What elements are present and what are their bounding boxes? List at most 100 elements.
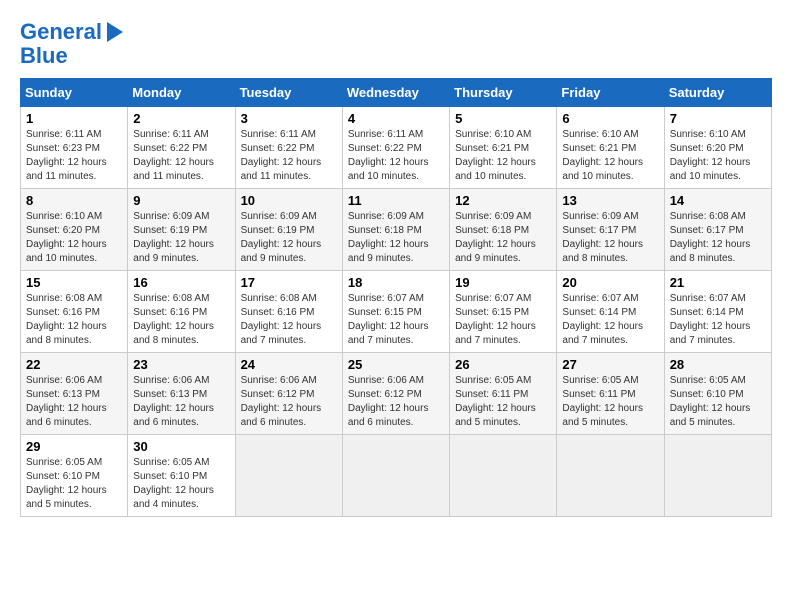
calendar-cell: 9 Sunrise: 6:09 AM Sunset: 6:19 PM Dayli… (128, 189, 235, 271)
day-number: 19 (455, 275, 551, 290)
day-info: Sunrise: 6:06 AM Sunset: 6:13 PM Dayligh… (133, 374, 229, 430)
calendar-cell: 6 Sunrise: 6:10 AM Sunset: 6:21 PM Dayli… (557, 107, 664, 189)
calendar-cell: 2 Sunrise: 6:11 AM Sunset: 6:22 PM Dayli… (128, 107, 235, 189)
day-info: Sunrise: 6:06 AM Sunset: 6:12 PM Dayligh… (241, 374, 337, 430)
calendar-cell: 14 Sunrise: 6:08 AM Sunset: 6:17 PM Dayl… (664, 189, 771, 271)
day-header-monday: Monday (128, 79, 235, 107)
day-header-saturday: Saturday (664, 79, 771, 107)
day-info: Sunrise: 6:08 AM Sunset: 6:16 PM Dayligh… (241, 292, 337, 348)
day-info: Sunrise: 6:11 AM Sunset: 6:22 PM Dayligh… (241, 128, 337, 184)
day-header-wednesday: Wednesday (342, 79, 449, 107)
calendar-cell: 8 Sunrise: 6:10 AM Sunset: 6:20 PM Dayli… (21, 189, 128, 271)
day-number: 26 (455, 357, 551, 372)
day-info: Sunrise: 6:10 AM Sunset: 6:21 PM Dayligh… (562, 128, 658, 184)
day-info: Sunrise: 6:06 AM Sunset: 6:12 PM Dayligh… (348, 374, 444, 430)
day-number: 18 (348, 275, 444, 290)
calendar-week-row: 1 Sunrise: 6:11 AM Sunset: 6:23 PM Dayli… (21, 107, 772, 189)
calendar-table: SundayMondayTuesdayWednesdayThursdayFrid… (20, 78, 772, 517)
calendar-cell: 18 Sunrise: 6:07 AM Sunset: 6:15 PM Dayl… (342, 271, 449, 353)
calendar-cell: 10 Sunrise: 6:09 AM Sunset: 6:19 PM Dayl… (235, 189, 342, 271)
logo-blue: Blue (20, 44, 123, 68)
day-info: Sunrise: 6:06 AM Sunset: 6:13 PM Dayligh… (26, 374, 122, 430)
day-number: 11 (348, 193, 444, 208)
day-info: Sunrise: 6:05 AM Sunset: 6:10 PM Dayligh… (670, 374, 766, 430)
day-info: Sunrise: 6:08 AM Sunset: 6:16 PM Dayligh… (26, 292, 122, 348)
day-number: 23 (133, 357, 229, 372)
day-number: 25 (348, 357, 444, 372)
calendar-cell: 21 Sunrise: 6:07 AM Sunset: 6:14 PM Dayl… (664, 271, 771, 353)
day-number: 4 (348, 111, 444, 126)
logo: General Blue (20, 20, 123, 68)
calendar-cell: 1 Sunrise: 6:11 AM Sunset: 6:23 PM Dayli… (21, 107, 128, 189)
day-info: Sunrise: 6:07 AM Sunset: 6:15 PM Dayligh… (455, 292, 551, 348)
day-number: 10 (241, 193, 337, 208)
calendar-cell: 15 Sunrise: 6:08 AM Sunset: 6:16 PM Dayl… (21, 271, 128, 353)
day-number: 15 (26, 275, 122, 290)
calendar-week-row: 15 Sunrise: 6:08 AM Sunset: 6:16 PM Dayl… (21, 271, 772, 353)
calendar-cell: 13 Sunrise: 6:09 AM Sunset: 6:17 PM Dayl… (557, 189, 664, 271)
day-info: Sunrise: 6:09 AM Sunset: 6:17 PM Dayligh… (562, 210, 658, 266)
calendar-header-row: SundayMondayTuesdayWednesdayThursdayFrid… (21, 79, 772, 107)
calendar-cell (557, 435, 664, 517)
day-info: Sunrise: 6:10 AM Sunset: 6:21 PM Dayligh… (455, 128, 551, 184)
day-header-tuesday: Tuesday (235, 79, 342, 107)
day-number: 28 (670, 357, 766, 372)
day-info: Sunrise: 6:05 AM Sunset: 6:10 PM Dayligh… (133, 456, 229, 512)
day-number: 13 (562, 193, 658, 208)
calendar-cell: 20 Sunrise: 6:07 AM Sunset: 6:14 PM Dayl… (557, 271, 664, 353)
calendar-cell: 19 Sunrise: 6:07 AM Sunset: 6:15 PM Dayl… (450, 271, 557, 353)
calendar-cell: 23 Sunrise: 6:06 AM Sunset: 6:13 PM Dayl… (128, 353, 235, 435)
calendar-cell: 4 Sunrise: 6:11 AM Sunset: 6:22 PM Dayli… (342, 107, 449, 189)
calendar-week-row: 22 Sunrise: 6:06 AM Sunset: 6:13 PM Dayl… (21, 353, 772, 435)
calendar-cell: 22 Sunrise: 6:06 AM Sunset: 6:13 PM Dayl… (21, 353, 128, 435)
day-number: 27 (562, 357, 658, 372)
calendar-cell (664, 435, 771, 517)
day-info: Sunrise: 6:07 AM Sunset: 6:14 PM Dayligh… (562, 292, 658, 348)
day-info: Sunrise: 6:05 AM Sunset: 6:10 PM Dayligh… (26, 456, 122, 512)
day-header-friday: Friday (557, 79, 664, 107)
calendar-cell: 24 Sunrise: 6:06 AM Sunset: 6:12 PM Dayl… (235, 353, 342, 435)
day-number: 16 (133, 275, 229, 290)
calendar-cell (235, 435, 342, 517)
calendar-cell: 7 Sunrise: 6:10 AM Sunset: 6:20 PM Dayli… (664, 107, 771, 189)
calendar-cell: 26 Sunrise: 6:05 AM Sunset: 6:11 PM Dayl… (450, 353, 557, 435)
calendar-cell (450, 435, 557, 517)
day-number: 24 (241, 357, 337, 372)
calendar-week-row: 29 Sunrise: 6:05 AM Sunset: 6:10 PM Dayl… (21, 435, 772, 517)
day-info: Sunrise: 6:08 AM Sunset: 6:17 PM Dayligh… (670, 210, 766, 266)
day-info: Sunrise: 6:11 AM Sunset: 6:22 PM Dayligh… (133, 128, 229, 184)
day-info: Sunrise: 6:10 AM Sunset: 6:20 PM Dayligh… (670, 128, 766, 184)
day-info: Sunrise: 6:05 AM Sunset: 6:11 PM Dayligh… (455, 374, 551, 430)
logo-arrow-icon (107, 22, 123, 42)
day-info: Sunrise: 6:09 AM Sunset: 6:19 PM Dayligh… (241, 210, 337, 266)
calendar-cell: 12 Sunrise: 6:09 AM Sunset: 6:18 PM Dayl… (450, 189, 557, 271)
calendar-cell: 3 Sunrise: 6:11 AM Sunset: 6:22 PM Dayli… (235, 107, 342, 189)
calendar-cell: 27 Sunrise: 6:05 AM Sunset: 6:11 PM Dayl… (557, 353, 664, 435)
day-number: 6 (562, 111, 658, 126)
day-info: Sunrise: 6:05 AM Sunset: 6:11 PM Dayligh… (562, 374, 658, 430)
page-header: General Blue (20, 20, 772, 68)
day-number: 9 (133, 193, 229, 208)
calendar-cell: 5 Sunrise: 6:10 AM Sunset: 6:21 PM Dayli… (450, 107, 557, 189)
day-number: 29 (26, 439, 122, 454)
calendar-cell: 28 Sunrise: 6:05 AM Sunset: 6:10 PM Dayl… (664, 353, 771, 435)
day-number: 20 (562, 275, 658, 290)
day-info: Sunrise: 6:07 AM Sunset: 6:14 PM Dayligh… (670, 292, 766, 348)
calendar-cell: 16 Sunrise: 6:08 AM Sunset: 6:16 PM Dayl… (128, 271, 235, 353)
calendar-cell: 29 Sunrise: 6:05 AM Sunset: 6:10 PM Dayl… (21, 435, 128, 517)
day-number: 1 (26, 111, 122, 126)
day-header-thursday: Thursday (450, 79, 557, 107)
day-number: 21 (670, 275, 766, 290)
calendar-cell (342, 435, 449, 517)
day-info: Sunrise: 6:11 AM Sunset: 6:22 PM Dayligh… (348, 128, 444, 184)
day-number: 12 (455, 193, 551, 208)
day-info: Sunrise: 6:08 AM Sunset: 6:16 PM Dayligh… (133, 292, 229, 348)
day-number: 8 (26, 193, 122, 208)
day-number: 14 (670, 193, 766, 208)
day-info: Sunrise: 6:10 AM Sunset: 6:20 PM Dayligh… (26, 210, 122, 266)
calendar-cell: 17 Sunrise: 6:08 AM Sunset: 6:16 PM Dayl… (235, 271, 342, 353)
day-number: 7 (670, 111, 766, 126)
day-info: Sunrise: 6:11 AM Sunset: 6:23 PM Dayligh… (26, 128, 122, 184)
day-info: Sunrise: 6:09 AM Sunset: 6:19 PM Dayligh… (133, 210, 229, 266)
day-number: 17 (241, 275, 337, 290)
